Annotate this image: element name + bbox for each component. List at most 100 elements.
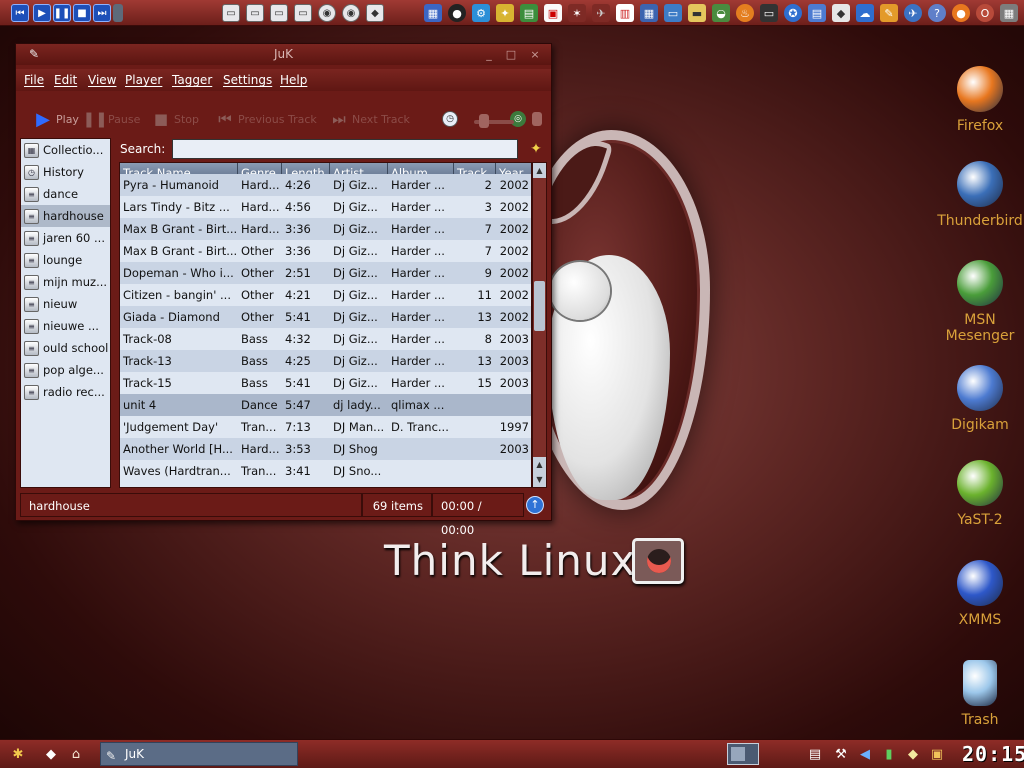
drive-icon[interactable]: ▭ [270,4,288,22]
previous-track-button[interactable]: ⏮ Previous Track [216,107,317,131]
files-icon[interactable]: ▤ [808,4,826,22]
package-icon[interactable]: ▣ [928,746,946,764]
sidebar-item-mijn-muziek[interactable]: ≡ mijn muz... [21,271,110,293]
monitor-icon[interactable]: ▭ [664,4,682,22]
plane-icon[interactable]: ✈ [592,4,610,22]
menu-tagger[interactable]: Tagger [172,73,212,87]
search-input[interactable] [172,139,518,159]
sidebar-item-radio-records[interactable]: ≡ radio rec... [21,381,110,403]
desktop-grid-icon[interactable]: ▦ [424,4,442,22]
klipper-icon[interactable]: ▤ [806,746,824,764]
clear-search-icon[interactable]: ✦ [526,139,546,159]
scroll-up-icon[interactable]: ▲ [533,457,546,472]
juk-app-icon[interactable]: ✎ [26,47,42,61]
drive-icon[interactable]: ▭ [246,4,264,22]
menu-player[interactable]: Player [125,73,162,87]
scrollbar-thumb[interactable] [534,281,545,331]
volume-slider[interactable] [532,112,542,126]
pause-button[interactable]: ❚❚ Pause [82,107,140,131]
pause-media-icon[interactable]: ❚❚ [53,4,71,22]
drive-icon[interactable]: ▭ [294,4,312,22]
desktop-icon-digikam[interactable]: Digikam [935,365,1024,433]
menu-file[interactable]: File [24,73,44,87]
settings-icon[interactable]: ▦ [1000,4,1018,22]
desktop-icon-yast-2[interactable]: YaST-2 [935,460,1024,528]
weather-icon[interactable]: ☁ [856,4,874,22]
flame-icon[interactable]: ♨ [736,4,754,22]
network-icon[interactable]: ✦ [496,4,514,22]
bird-icon[interactable]: ✈ [904,4,922,22]
cdrom-icon[interactable]: ◉ [342,4,360,22]
previous-media-icon[interactable]: ⏮ [11,4,29,22]
sidebar-item-dance[interactable]: ≡ dance [21,183,110,205]
table-row[interactable]: Citizen - bangin' ... Other 4:21 Dj Giz... H… [120,284,531,306]
firefox-small-icon[interactable]: ● [952,4,970,22]
sidebar-item-hardhouse[interactable]: ≡ hardhouse [21,205,110,227]
pager-desktop-1[interactable] [731,747,745,761]
table-row[interactable]: Max B Grant - Birt... Hard... 3:36 Dj Giz..… [120,218,531,240]
jump-to-playing-icon[interactable]: ↑ [526,496,544,514]
table-row[interactable]: unit 4 Dance 5:47 dj lady... qlimax ... [120,394,531,416]
next-media-icon[interactable]: ⏭ [93,4,111,22]
table-row[interactable]: Waves (Hardtran... Tran... 3:41 DJ Sno... [120,460,531,482]
volume-slider-icon[interactable] [113,4,123,22]
chart-icon[interactable]: ◒ [712,4,730,22]
table-row[interactable]: Track-08 Bass 4:32 Dj Giz... Harder ... 8 2003 [120,328,531,350]
media-player-icon[interactable]: ● [448,4,466,22]
table-row[interactable]: 'Judgement Day' Tran... 7:13 DJ Man... D. Tr… [120,416,531,438]
spreadsheet-icon[interactable]: ▤ [520,4,538,22]
tag-icon[interactable]: ◆ [832,4,850,22]
scroll-up-icon[interactable]: ▲ [533,163,546,178]
menu-edit[interactable]: Edit [54,73,77,87]
help-icon[interactable]: ? [928,4,946,22]
play-media-icon[interactable]: ▶ [33,4,51,22]
play-button[interactable]: ▶ Play [34,107,79,131]
taskbar-item-juk[interactable]: ✎ JuK [100,742,298,766]
kde-menu-icon[interactable]: ✱ [9,746,27,764]
table-row[interactable]: Track-13 Bass 4:25 Dj Giz... Harder ... 13 200… [120,350,531,372]
sidebar-item-jaren-60[interactable]: ≡ jaren 60 ... [21,227,110,249]
table-scrollbar[interactable]: ▲ ▲ ▼ [532,162,547,488]
cdrom-icon[interactable]: ◉ [318,4,336,22]
sidebar-item-nieuw[interactable]: ≡ nieuw [21,293,110,315]
table-row[interactable]: Max B Grant - Birt... Other 3:36 Dj Giz... H… [120,240,531,262]
sidebar-item-collection[interactable]: ▦ Collectio... [21,139,110,161]
menu-help[interactable]: Help [280,73,307,87]
next-track-button[interactable]: ⏭ Next Track [330,107,410,131]
desktop-icon-thunderbird[interactable]: Thunderbird [935,161,1024,229]
gear-icon[interactable]: ⚙ [472,4,490,22]
stop-media-icon[interactable]: ■ [73,4,91,22]
table-row[interactable]: Giada - Diamond Other 5:41 Dj Giz... Harder … [120,306,531,328]
tag-icon[interactable]: ◆ [904,746,922,764]
network-icon[interactable]: ⚒ [832,746,850,764]
desktop-pager[interactable] [727,743,759,765]
pdf-icon[interactable]: ▣ [544,4,562,22]
close-button[interactable]: × [526,44,544,65]
scroll-down-icon[interactable]: ▼ [533,472,546,487]
table-row[interactable]: Lars Tindy - Bitz ... Hard... 4:56 Dj Giz..… [120,196,531,218]
home-icon[interactable]: ⌂ [67,746,85,764]
window-titlebar[interactable]: ✎ JuK _ □ × [16,44,551,65]
table-row[interactable]: Pyra - Humanoid Hard... 4:26 Dj Giz... Harde… [120,174,531,196]
menu-view[interactable]: View [88,73,116,87]
calendar-icon[interactable]: ▥ [616,4,634,22]
show-desktop-icon[interactable]: ◆ [42,746,60,764]
folder-icon[interactable]: ▬ [688,4,706,22]
terminal-icon[interactable]: ▭ [760,4,778,22]
table-row[interactable]: Track-15 Bass 5:41 Dj Giz... Harder ... 15 200… [120,372,531,394]
maximize-button[interactable]: □ [502,44,520,65]
table-row[interactable]: Another World [H... Hard... 3:53 DJ Shog 200… [120,438,531,460]
desktop-icon-xmms[interactable]: XMMS [935,560,1024,628]
stop-button[interactable]: ■ Stop [152,107,199,131]
minimize-button[interactable]: _ [480,44,498,65]
desktop-icon-msn-mesenger[interactable]: MSN Mesenger [935,260,1024,344]
star-icon[interactable]: ✶ [568,4,586,22]
globe-icon[interactable]: ✪ [784,4,802,22]
window-list-icon[interactable]: ▦ [640,4,658,22]
desktop-icon-trash[interactable]: Trash [935,660,1024,728]
paint-icon[interactable]: ✎ [880,4,898,22]
drive-icon[interactable]: ▭ [222,4,240,22]
sidebar-item-lounge[interactable]: ≡ lounge [21,249,110,271]
battery-icon[interactable]: ▮ [880,746,898,764]
sidebar-item-history[interactable]: ◷ History [21,161,110,183]
